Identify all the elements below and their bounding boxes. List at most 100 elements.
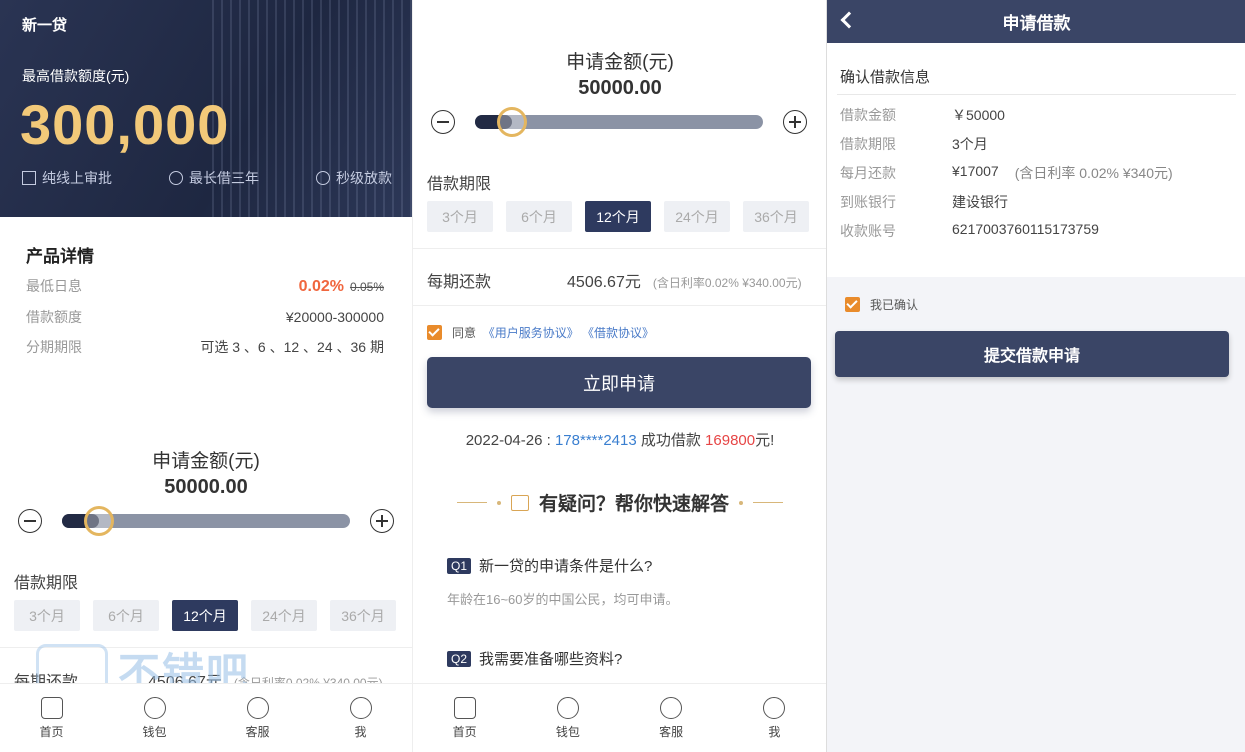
tab-label: 客服 xyxy=(659,724,684,739)
apply-screen: 申请金额(元) 50000.00 借款期限 3个月 6个月 12个月 24个月 … xyxy=(412,0,826,752)
term-24-months[interactable]: 24个月 xyxy=(251,600,317,631)
term-12-months[interactable]: 12个月 xyxy=(172,600,238,631)
user-icon xyxy=(763,696,786,719)
faq-question-text: 我需要准备哪些资料? xyxy=(479,651,623,668)
feature-label: 纯线上审批 xyxy=(42,170,112,186)
term-options: 3个月 6个月 12个月 24个月 36个月 xyxy=(427,201,809,232)
per-payment-note: (含日利率0.02% ¥340.00元) xyxy=(652,276,802,290)
decor-line xyxy=(456,502,487,503)
wallet-icon xyxy=(556,696,579,719)
feature-label: 最长借三年 xyxy=(189,170,259,186)
confirm-screen: 申请借款 确认借款信息 借款金额 ￥50000 借款期限 3个月 每月还款 ¥1… xyxy=(826,0,1245,752)
confirm-checkbox[interactable] xyxy=(845,297,860,312)
term-24-months[interactable]: 24个月 xyxy=(664,201,730,232)
minus-icon[interactable] xyxy=(18,509,42,533)
faq-question[interactable]: Q1 新一贷的申请条件是什么? xyxy=(447,555,652,576)
info-value: ￥50000 xyxy=(952,107,1005,123)
info-row-bank: 到账银行 建设银行 xyxy=(840,192,1008,212)
term-3-months[interactable]: 3个月 xyxy=(427,201,493,232)
faq-title: 有疑问？帮你快速解答 xyxy=(538,494,729,515)
apply-amount-label: 申请金额(元) xyxy=(566,52,674,73)
amount-slider-row xyxy=(431,107,807,137)
info-note: (含日利率 0.02% ¥340元) xyxy=(1014,165,1173,181)
tab-label: 首页 xyxy=(39,724,64,739)
wallet-icon xyxy=(143,696,166,719)
slider-handle[interactable] xyxy=(496,107,527,137)
limit-label: 最高借款额度(元) xyxy=(22,68,130,84)
faq-answer: 年龄在16~60岁的中国公民，均可申请。 xyxy=(447,592,679,607)
info-row-amount: 借款金额 ￥50000 xyxy=(840,105,1005,125)
headset-icon xyxy=(660,696,683,719)
faq-question[interactable]: Q2 我需要准备哪些资料? xyxy=(447,648,622,669)
tab-home[interactable]: 首页 xyxy=(0,684,103,752)
info-label: 每月还款 xyxy=(840,165,896,181)
info-row-term: 借款期限 3个月 xyxy=(840,134,988,154)
detail-label: 最低日息 xyxy=(26,278,82,294)
plus-icon[interactable] xyxy=(370,509,394,533)
amount-slider-row xyxy=(18,506,394,536)
info-value: 6217003760115173759 xyxy=(952,221,1099,237)
tab-label: 钱包 xyxy=(142,724,167,739)
per-payment-label: 每期还款 xyxy=(427,274,492,291)
brand-title: 新一贷 xyxy=(22,17,68,34)
headset-icon xyxy=(246,696,269,719)
agree-checkbox[interactable] xyxy=(427,325,442,340)
term-36-months[interactable]: 36个月 xyxy=(743,201,809,232)
feature-online: 纯线上审批 xyxy=(22,168,112,188)
tab-service[interactable]: 客服 xyxy=(206,684,309,752)
feature-list: 纯线上审批 最长借三年 秒级放款 xyxy=(22,168,392,188)
amount-slider[interactable] xyxy=(475,107,763,137)
tab-label: 客服 xyxy=(245,724,270,739)
term-options: 3个月 6个月 12个月 24个月 36个月 xyxy=(14,600,396,631)
document-icon xyxy=(22,171,36,185)
divider xyxy=(0,647,412,648)
term-12-months[interactable]: 12个月 xyxy=(585,201,651,232)
tab-me[interactable]: 我 xyxy=(723,684,826,752)
faq-tag: Q2 xyxy=(447,650,472,667)
term-label: 借款期限 xyxy=(427,176,492,193)
tab-label: 我 xyxy=(354,724,367,739)
ticker-suffix: 元! xyxy=(755,432,775,449)
slider-handle[interactable] xyxy=(83,506,114,536)
detail-label: 分期期限 xyxy=(26,339,82,355)
detail-period-row: 分期期限 可选 3 、6 、12 、24 、36 期 xyxy=(26,337,384,357)
info-value: 建设银行 xyxy=(952,194,1008,210)
divider xyxy=(413,305,826,306)
chat-bubble-icon xyxy=(510,494,529,511)
term-36-months[interactable]: 36个月 xyxy=(330,600,396,631)
feature-duration: 最长借三年 xyxy=(169,168,259,188)
back-arrow-icon[interactable] xyxy=(840,11,858,29)
tab-label: 钱包 xyxy=(555,724,580,739)
submit-loan-button[interactable]: 提交借款申请 xyxy=(835,331,1229,377)
detail-value: 可选 3 、6 、12 、24 、36 期 xyxy=(200,339,384,355)
apply-amount-label: 申请金额(元) xyxy=(152,451,260,472)
tab-wallet[interactable]: 钱包 xyxy=(516,684,619,752)
tab-wallet[interactable]: 钱包 xyxy=(103,684,206,752)
info-label: 收款账号 xyxy=(840,223,896,239)
feature-fast: 秒级放款 xyxy=(316,168,392,188)
home-screen: 新一贷 最高借款额度(元) 300,000 纯线上审批 最长借三年 秒级放款 产… xyxy=(0,0,412,752)
info-label: 到账银行 xyxy=(840,194,896,210)
loan-agreement-link[interactable]: 《借款协议》 xyxy=(582,326,654,340)
clock-icon xyxy=(169,171,183,185)
term-6-months[interactable]: 6个月 xyxy=(506,201,572,232)
tab-label: 首页 xyxy=(452,724,477,739)
term-label: 借款期限 xyxy=(14,575,79,592)
amount-slider[interactable] xyxy=(62,506,350,536)
minus-icon[interactable] xyxy=(431,110,455,134)
apply-now-button[interactable]: 立即申请 xyxy=(427,357,811,408)
decor-dot xyxy=(739,500,743,505)
detail-value: ¥20000-300000 xyxy=(285,309,384,325)
user-service-agreement-link[interactable]: 《用户服务协议》 xyxy=(483,326,579,340)
term-3-months[interactable]: 3个月 xyxy=(14,600,80,631)
term-6-months[interactable]: 6个月 xyxy=(93,600,159,631)
feature-label: 秒级放款 xyxy=(336,170,392,186)
plus-icon[interactable] xyxy=(783,110,807,134)
ticker-date: 2022-04-26 : xyxy=(465,432,555,449)
tab-service[interactable]: 客服 xyxy=(620,684,723,752)
tab-home[interactable]: 首页 xyxy=(413,684,516,752)
tab-me[interactable]: 我 xyxy=(309,684,412,752)
rate-original: 0.05% xyxy=(349,280,384,294)
tab-label: 我 xyxy=(768,724,781,739)
info-row-account: 收款账号 6217003760115173759 xyxy=(840,221,1099,241)
